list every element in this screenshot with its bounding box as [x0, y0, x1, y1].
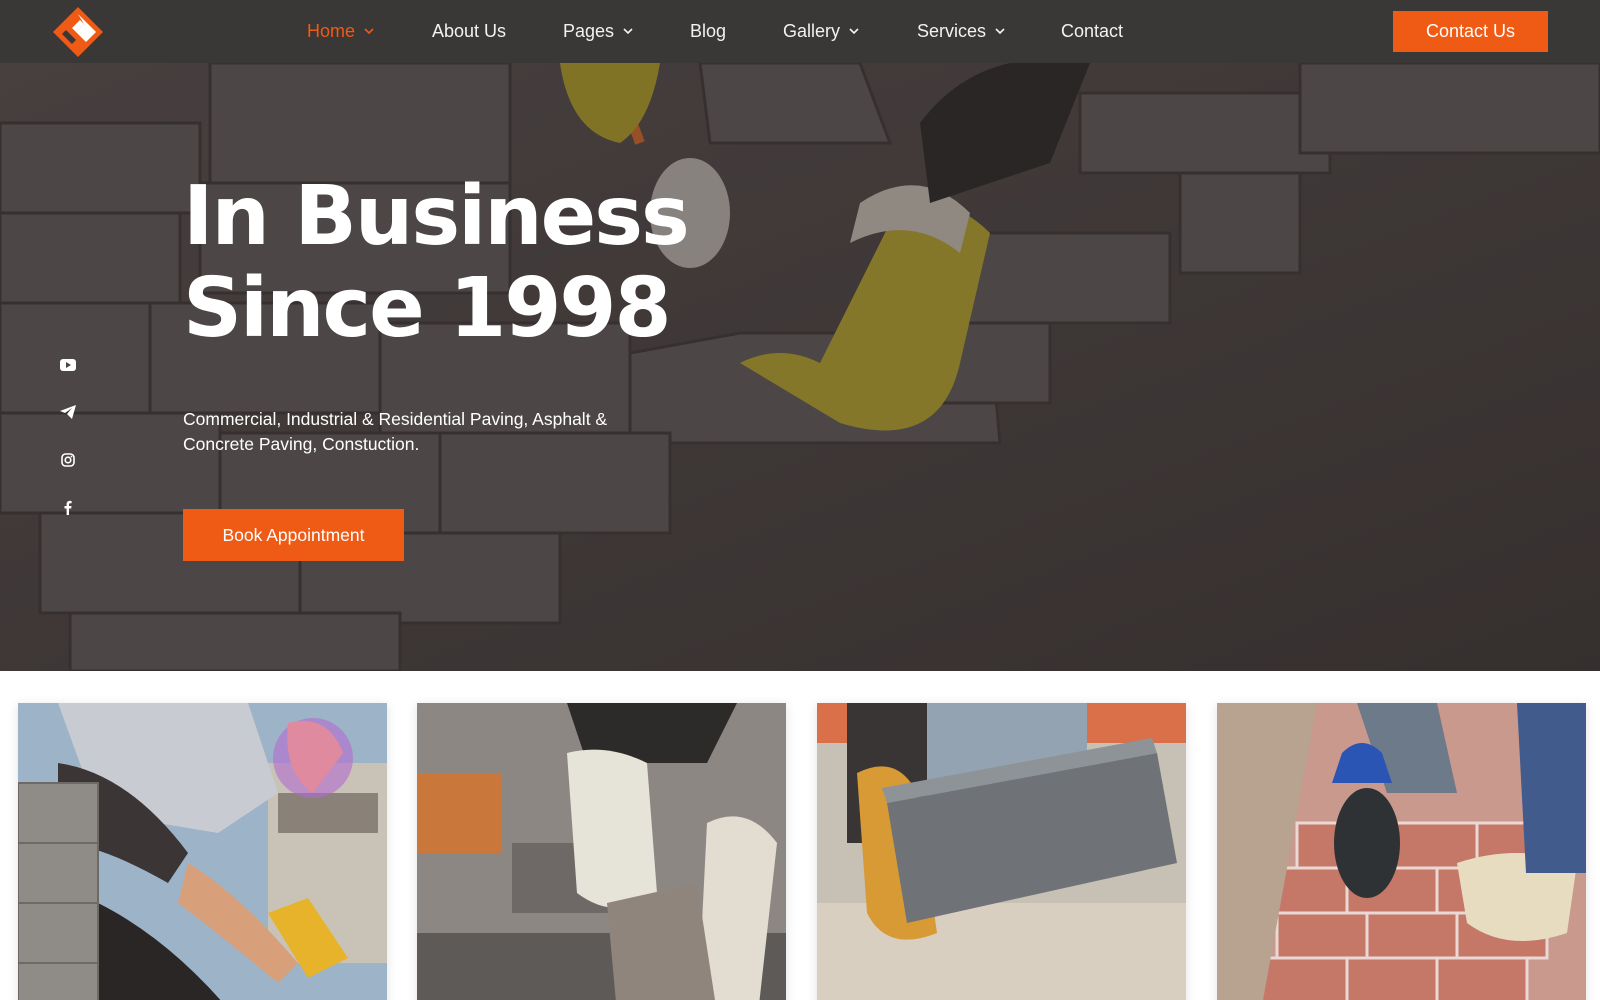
hero-subtitle: Commercial, Industrial & Residential Pav…	[183, 407, 653, 457]
hero-title-line2: Since 1998	[183, 261, 672, 356]
chevron-down-icon	[364, 28, 374, 35]
nav-item-label: Contact	[1061, 21, 1124, 41]
gloved-hands-placing-paver-photo	[417, 703, 786, 1000]
nav-item-label: About Us	[432, 21, 507, 41]
nav-item-label: Gallery	[783, 21, 841, 41]
gallery-cards	[0, 671, 1600, 1000]
gallery-card-placing-paver[interactable]	[417, 703, 786, 1000]
nav-item-gallery[interactable]: Gallery	[783, 0, 859, 63]
nav-item-label: Pages	[563, 21, 615, 41]
nav-item-pages[interactable]: Pages	[563, 0, 633, 63]
telegram-icon[interactable]	[56, 400, 80, 424]
chevron-down-icon	[623, 28, 633, 35]
nav-item-services[interactable]: Services	[917, 0, 1005, 63]
nav-item-home[interactable]: Home	[307, 0, 374, 63]
gallery-card-worker-laying-bricks[interactable]	[18, 703, 387, 1000]
gallery-card-mallet-pavers[interactable]	[1217, 703, 1586, 1000]
facebook-icon[interactable]	[56, 495, 80, 519]
hero-title: In Business Since 1998	[183, 169, 690, 356]
instagram-icon[interactable]	[56, 448, 80, 472]
youtube-icon[interactable]	[56, 353, 80, 377]
nav-item-blog[interactable]: Blog	[690, 0, 726, 63]
hero-title-line1: In Business	[183, 169, 690, 264]
nav-item-contact[interactable]: Contact	[1061, 0, 1123, 63]
mallet-tapping-red-pavers-photo	[1217, 703, 1586, 1000]
book-appointment-button[interactable]: Book Appointment	[183, 509, 404, 561]
nav-item-label: Home	[307, 21, 356, 41]
hands-holding-stone-block-photo	[817, 703, 1186, 1000]
site-header: Home About Us Pages Blog Gallery Service…	[0, 0, 1600, 63]
hero-section: In Business Since 1998 Commercial, Indus…	[0, 63, 1600, 671]
gallery-card-stone-block[interactable]	[817, 703, 1186, 1000]
nav-item-about-us[interactable]: About Us	[432, 0, 506, 63]
hero-subtitle-line2: Concrete Paving, Constuction.	[183, 434, 420, 454]
chevron-down-icon	[995, 28, 1005, 35]
hero-subtitle-line1: Commercial, Industrial & Residential Pav…	[183, 409, 608, 429]
hero-background-photo	[0, 63, 1600, 671]
worker-laying-bricks-photo	[18, 703, 387, 1000]
nav-item-label: Services	[917, 21, 987, 41]
chevron-down-icon	[849, 28, 859, 35]
logo-icon[interactable]	[52, 6, 104, 58]
contact-us-button[interactable]: Contact Us	[1393, 11, 1548, 52]
nav-item-label: Blog	[690, 21, 727, 41]
